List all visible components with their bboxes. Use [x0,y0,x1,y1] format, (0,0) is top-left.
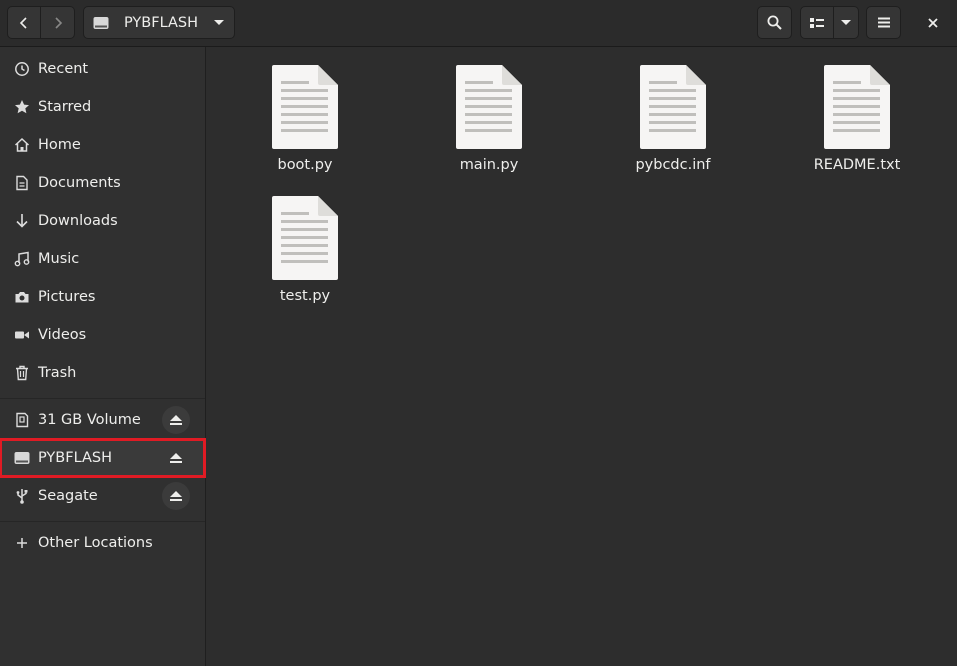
view-list-button[interactable] [800,6,834,39]
forward-button[interactable] [41,6,75,39]
drive-removable-icon [14,450,30,466]
sidebar-item-label: 31 GB Volume [38,412,141,428]
sidebar-item-documents[interactable]: Documents [0,164,205,202]
document-icon [14,175,30,191]
sidebar-item-label: PYBFLASH [38,450,113,466]
file-name: test.py [279,288,331,304]
eject-icon [170,415,182,425]
video-icon [14,327,30,343]
sidebar-item-downloads[interactable]: Downloads [0,202,205,240]
sidebar-item-label: Recent [38,61,89,77]
sidebar-item-label: Trash [38,365,77,381]
sidebar-item-music[interactable]: Music [0,240,205,278]
sidebar-item-label: Seagate [38,488,98,504]
clock-icon [14,61,30,77]
sidebar-item-label: Downloads [38,213,118,229]
text-file-icon [272,196,338,280]
sidebar-separator [0,398,205,399]
camera-icon [14,289,30,305]
sidebar-item-starred[interactable]: Starred [0,88,205,126]
main-menu-button[interactable] [866,6,901,39]
trash-icon [14,365,30,381]
sidebar-item-label: Home [38,137,81,153]
view-list-icon [810,17,824,28]
pan-down-icon [214,20,224,25]
file-name: main.py [459,157,519,173]
sidebar-separator [0,521,205,522]
close-window-button[interactable] [916,6,949,39]
file-item[interactable]: test.py [240,196,370,321]
music-icon [14,251,30,267]
search-icon [767,15,782,30]
eject-button[interactable] [162,406,190,434]
file-view: boot.py main.py pybcdc.inf README.txt te… [206,47,957,666]
go-previous-icon [19,16,27,29]
sidebar-item-pictures[interactable]: Pictures [0,278,205,316]
eject-button[interactable] [162,444,190,472]
star-icon [14,99,30,115]
back-button[interactable] [7,6,41,39]
plus-icon [14,535,30,551]
file-item[interactable]: boot.py [240,65,370,190]
sd-card-icon [14,412,30,428]
file-item[interactable]: README.txt [792,65,922,190]
sidebar-item-label: Music [38,251,80,267]
file-name: boot.py [277,157,333,173]
sidebar-item-label: Videos [38,327,87,343]
sidebar-item-label: Starred [38,99,92,115]
sidebar-item-pybflash[interactable]: PYBFLASH [0,438,206,478]
sidebar-item-label: Documents [38,175,121,191]
file-item[interactable]: main.py [424,65,554,190]
header-bar: PYBFLASH [0,0,957,47]
download-icon [14,213,30,229]
sidebar-item-31gb-volume[interactable]: 31 GB Volume [0,401,205,439]
pan-down-icon [841,19,851,25]
text-file-icon [824,65,890,149]
sidebar-item-seagate[interactable]: Seagate [0,477,205,515]
home-icon [14,137,30,153]
location-path-button[interactable]: PYBFLASH [83,6,235,39]
sidebar-item-videos[interactable]: Videos [0,316,205,354]
view-options-button[interactable] [834,6,859,39]
text-file-icon [272,65,338,149]
sidebar: Recent Starred Home Documents Downloads … [0,47,206,666]
eject-icon [170,453,182,463]
close-icon [927,17,938,28]
drive-removable-icon [93,16,109,29]
sidebar-item-label: Other Locations [38,535,153,551]
sidebar-item-label: Pictures [38,289,96,305]
sidebar-item-recent[interactable]: Recent [0,50,205,88]
eject-icon [170,491,182,501]
eject-button[interactable] [162,482,190,510]
usb-icon [14,488,30,504]
sidebar-item-trash[interactable]: Trash [0,354,205,392]
location-label: PYBFLASH [124,14,199,31]
sidebar-item-other-locations[interactable]: Other Locations [0,524,205,562]
hamburger-menu-icon [877,17,890,28]
search-button[interactable] [757,6,792,39]
file-item[interactable]: pybcdc.inf [608,65,738,190]
view-mode-buttons [800,6,859,39]
go-next-icon [54,16,62,29]
file-name: pybcdc.inf [635,157,711,173]
navigation-buttons [7,6,75,39]
file-name: README.txt [813,157,901,173]
text-file-icon [456,65,522,149]
text-file-icon [640,65,706,149]
sidebar-item-home[interactable]: Home [0,126,205,164]
